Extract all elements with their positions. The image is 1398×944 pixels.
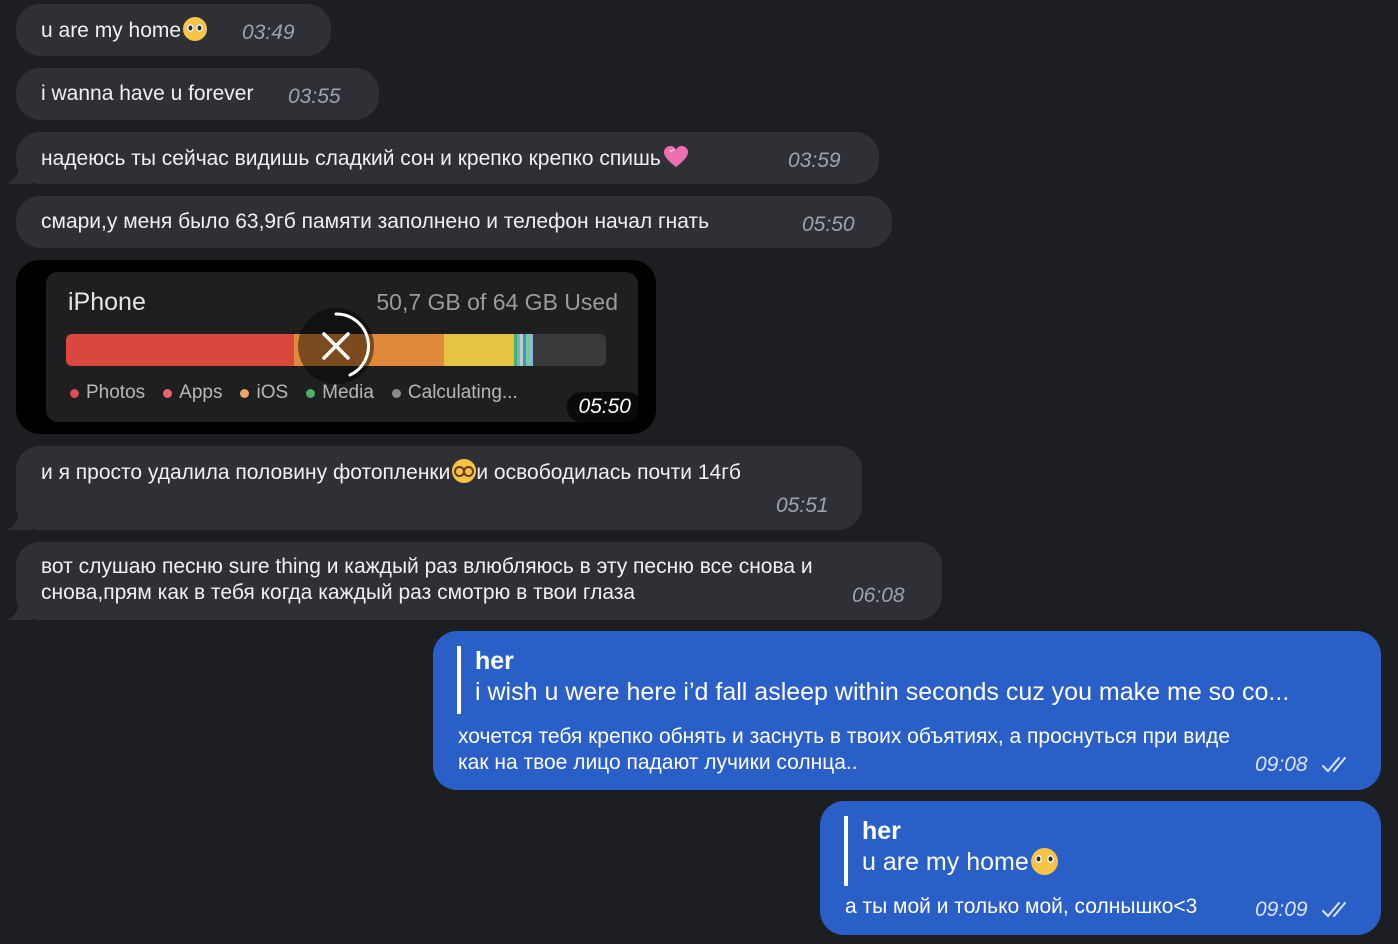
- image-message[interactable]: iPhone 50,7 GB of 64 GB Used Photos Apps…: [16, 260, 656, 434]
- bubble-tail: [6, 596, 32, 620]
- message-text: и я просто удалила половину фотопленки: [41, 461, 451, 484]
- legend-apps: Apps: [163, 382, 222, 404]
- storage-used-label: 50,7 GB of 64 GB Used: [376, 289, 618, 315]
- message-time: 06:08: [852, 584, 905, 607]
- reply-author: her: [475, 647, 514, 675]
- reply-text: i wish u were here i’d fall asleep withi…: [475, 678, 1290, 706]
- pleading-face-emoji: [1030, 848, 1058, 875]
- message-time: 09:08: [1255, 753, 1308, 776]
- bubble-tail: [6, 506, 32, 530]
- bar-photos: [66, 334, 294, 366]
- message-text: хочется тебя крепко обнять и заснуть в т…: [458, 725, 1231, 748]
- message-time: 05:50: [802, 213, 855, 236]
- outgoing-message[interactable]: her i wish u were here i’d fall asleep w…: [433, 631, 1381, 790]
- legend-media: Media: [306, 382, 374, 404]
- dizzy-face-emoji: [452, 459, 477, 483]
- message-text: вот слушаю песню sure thing и каждый раз…: [41, 555, 813, 578]
- pink-heart-emoji: [663, 146, 688, 167]
- message-text: а ты мой и только мой, солнышко<3: [845, 895, 1198, 918]
- message-text: u are my home: [41, 19, 182, 42]
- bar-ios: [444, 334, 514, 366]
- message-time: 03:55: [288, 85, 341, 108]
- message-time: 03:59: [788, 149, 841, 172]
- reply-quote[interactable]: her u are my home: [844, 816, 1058, 886]
- message-time: 03:49: [242, 21, 295, 44]
- message-text: как на твое лицо падают лучики солнца..: [458, 751, 858, 774]
- incoming-message[interactable]: смари,у меня было 63,9гб памяти заполнен…: [16, 196, 892, 248]
- message-text: и освободилась почти 14гб: [476, 461, 741, 484]
- message-time: 05:50: [567, 392, 642, 422]
- message-text: i wanna have u forever: [41, 82, 254, 105]
- legend-photos: Photos: [70, 382, 145, 404]
- double-check-icon: [1322, 902, 1346, 918]
- incoming-message[interactable]: i wanna have u forever 03:55: [16, 68, 379, 120]
- legend-calculating: Calculating...: [391, 382, 518, 404]
- double-check-icon: [1322, 757, 1346, 773]
- reply-text: u are my home: [862, 848, 1029, 876]
- pleading-face-emoji: [183, 17, 208, 41]
- message-time: 09:09: [1255, 898, 1308, 921]
- incoming-message[interactable]: и я просто удалила половину фотопленки и …: [16, 446, 862, 530]
- message-time: 05:51: [776, 494, 829, 517]
- message-text: надеюсь ты сейчас видишь сладкий сон и к…: [41, 147, 661, 170]
- reply-author: her: [862, 817, 901, 845]
- message-text: снова,прям как в тебя когда каждый раз с…: [41, 581, 636, 604]
- device-name: iPhone: [68, 288, 146, 316]
- reply-quote[interactable]: her i wish u were here i’d fall asleep w…: [457, 646, 1289, 714]
- message-text: смари,у меня было 63,9гб памяти заполнен…: [41, 210, 710, 233]
- storage-legend: Photos Apps iOS Media Calculating...: [70, 382, 518, 404]
- outgoing-message[interactable]: her u are my home а ты мой и только мой,…: [820, 801, 1381, 935]
- incoming-message[interactable]: вот слушаю песню sure thing и каждый раз…: [16, 542, 942, 620]
- incoming-message[interactable]: надеюсь ты сейчас видишь сладкий сон и к…: [16, 132, 879, 184]
- legend-ios: iOS: [240, 382, 288, 404]
- bubble-tail: [6, 160, 32, 184]
- incoming-message[interactable]: u are my home 03:49: [16, 4, 331, 56]
- cancel-download-icon[interactable]: [298, 308, 374, 384]
